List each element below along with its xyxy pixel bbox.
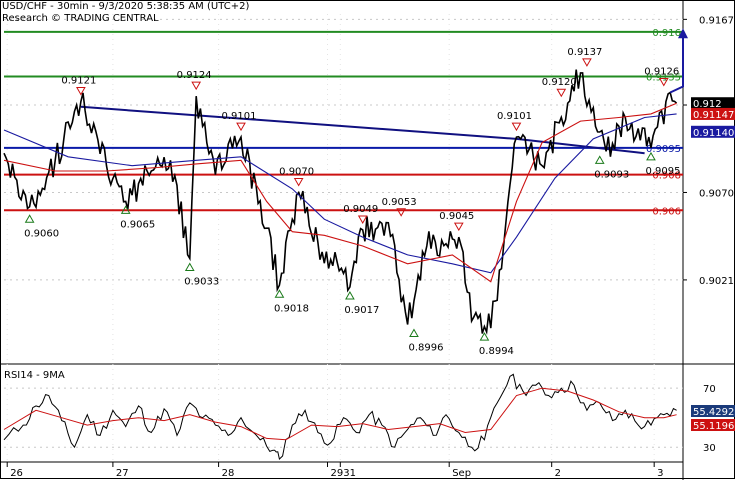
swing-high-marker xyxy=(236,122,246,132)
swing-low-label: 0.9065 xyxy=(120,219,155,230)
swing-low-label: 0.8996 xyxy=(408,343,443,354)
swing-high-label: 0.9120 xyxy=(542,77,577,88)
x-tick-label: 31 xyxy=(343,468,356,479)
swing-high-marker xyxy=(511,122,522,132)
rsi-tag-label: 55.4292 xyxy=(693,407,734,418)
x-tick-label: 26 xyxy=(10,468,23,479)
x-tick-label: 2 xyxy=(555,468,561,479)
swing-high-label: 0.9124 xyxy=(177,70,212,81)
chart-header: USD/CHF - 30min - 9/3/2020 5:38:35 AM (U… xyxy=(2,1,249,25)
price-tag-label: 0.91147 xyxy=(693,110,734,121)
y-tick-label: 0.9167 xyxy=(699,15,734,26)
chart-title: USD/CHF - 30min - 9/3/2020 5:38:35 AM (U… xyxy=(2,1,250,12)
rsi-tick-label: 30 xyxy=(703,443,716,454)
swing-high-marker xyxy=(357,215,368,224)
forecast-arrow-line xyxy=(669,36,684,94)
swing-low-marker xyxy=(479,332,490,341)
swing-high-label: 0.9045 xyxy=(439,211,474,222)
rsi-tick-label: 70 xyxy=(703,384,716,395)
x-tick-label: 28 xyxy=(222,468,235,479)
swing-high-marker xyxy=(293,177,304,187)
x-tick-label: 27 xyxy=(116,468,129,479)
swing-low-marker xyxy=(594,155,605,164)
chart-credit: Research © TRADING CENTRAL xyxy=(2,13,159,24)
level-label-res2: 0.916 xyxy=(652,28,681,39)
swing-low-marker xyxy=(409,328,419,338)
swing-low-marker xyxy=(24,214,35,223)
ma-slow-series xyxy=(3,113,677,274)
swing-low-label: 0.9060 xyxy=(24,228,59,239)
rsi-tag-label: 55.1196 xyxy=(693,421,734,432)
swing-high-marker xyxy=(582,58,592,67)
swing-high-label: 0.9126 xyxy=(644,67,679,78)
rsi-series xyxy=(3,373,677,460)
rsi-title: RSI14 - 9MA xyxy=(4,370,65,381)
usdchf-chart: 0.91670.91190.90700.90212627282931Sep230… xyxy=(0,0,735,480)
swing-high-marker xyxy=(191,81,202,91)
swing-high-marker xyxy=(453,222,464,232)
y-tick-label: 0.9070 xyxy=(699,188,734,199)
swing-low-marker xyxy=(184,262,195,271)
swing-high-marker xyxy=(556,88,567,98)
swing-high-label: 0.9049 xyxy=(343,204,378,215)
y-tick-label: 0.9021 xyxy=(699,276,734,287)
swing-low-label: 0.9093 xyxy=(594,169,629,180)
x-tick-label: 29 xyxy=(330,468,343,479)
swing-high-label: 0.9053 xyxy=(382,197,417,208)
resistance-trendline xyxy=(80,105,645,155)
swing-high-label: 0.9121 xyxy=(61,75,96,86)
swing-low-label: 0.8994 xyxy=(479,346,514,357)
swing-high-label: 0.9101 xyxy=(497,111,532,122)
swing-low-label: 0.9018 xyxy=(274,303,309,314)
x-tick-label: 3 xyxy=(657,468,663,479)
swing-high-label: 0.9101 xyxy=(222,111,257,122)
price-tag-label: 0.91140 xyxy=(693,128,734,139)
swing-low-label: 0.9095 xyxy=(645,166,680,177)
swing-low-marker xyxy=(345,291,355,300)
swing-low-label: 0.9033 xyxy=(184,276,219,287)
swing-high-label: 0.9070 xyxy=(279,166,314,177)
swing-high-label: 0.9137 xyxy=(567,47,602,58)
level-label-sup2: 0.906 xyxy=(652,206,681,217)
x-tick-label: Sep xyxy=(452,468,471,479)
swing-low-label: 0.9017 xyxy=(344,305,379,316)
